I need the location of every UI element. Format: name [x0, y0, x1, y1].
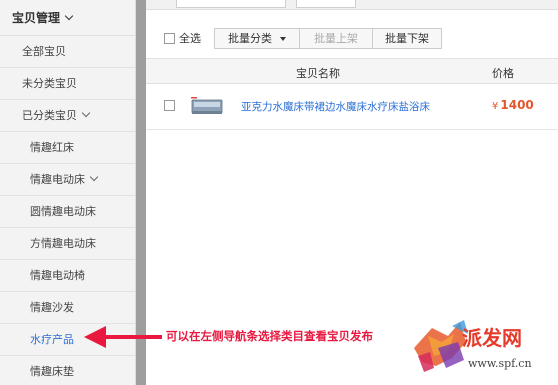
sidebar-item-label: 情趣电动椅 [30, 269, 85, 282]
sidebar-item-red-bed[interactable]: 情趣红床 [0, 132, 135, 164]
chevron-down-icon [64, 11, 74, 21]
price-value: 1400 [500, 98, 534, 112]
sidebar-item-electric-chair[interactable]: 情趣电动椅 [0, 260, 135, 292]
batch-category-button[interactable]: 批量分类 [214, 28, 300, 49]
sidebar-header[interactable]: 宝贝管理 [0, 0, 135, 36]
sidebar-item-all[interactable]: 全部宝贝 [0, 36, 135, 68]
row-checkbox[interactable] [164, 100, 175, 111]
product-name-link[interactable]: 亚克力水魔床带裙边水魔床水疗床盐浴床 [241, 99, 430, 114]
sidebar-item-square-electric-bed[interactable]: 方情趣电动床 [0, 228, 135, 260]
product-thumbnail[interactable] [190, 96, 224, 118]
batch-list-label: 批量上架 [314, 32, 358, 45]
select-all-checkbox[interactable] [164, 33, 175, 44]
sidebar-item-categorized[interactable]: 已分类宝贝 [0, 100, 135, 132]
sidebar-item-label: 情趣沙发 [30, 301, 74, 314]
sidebar-item-round-electric-bed[interactable]: 圆情趣电动床 [0, 196, 135, 228]
sidebar-item-label: 未分类宝贝 [22, 77, 77, 90]
sidebar-item-label: 已分类宝贝 [22, 109, 77, 122]
search-button[interactable] [296, 0, 356, 8]
batch-delist-label: 批量下架 [385, 32, 429, 45]
annotation-text: 可以在左侧导航条选择类目查看宝贝发布 [166, 329, 373, 343]
sidebar-item-label: 全部宝贝 [22, 45, 66, 58]
sidebar-item-label: 情趣红床 [30, 141, 74, 154]
select-all-label: 全选 [179, 32, 201, 45]
watermark-brand: 派发网 [462, 326, 522, 350]
sidebar-item-label: 情趣电动床 [30, 173, 85, 186]
sidebar-item-mattress[interactable]: 情趣床垫 [0, 356, 135, 385]
column-header-name: 宝贝名称 [296, 67, 340, 80]
table-header: 宝贝名称 价格 [146, 58, 558, 84]
top-bar [146, 0, 558, 10]
sidebar-item-label: 方情趣电动床 [30, 237, 96, 250]
caret-down-icon [280, 37, 286, 41]
sidebar-item-label: 圆情趣电动床 [30, 205, 96, 218]
sidebar-item-label: 水疗产品 [30, 333, 74, 346]
chevron-down-icon [81, 108, 91, 118]
batch-category-label: 批量分类 [228, 32, 272, 45]
sidebar-item-label: 情趣床垫 [30, 365, 74, 378]
batch-list-button[interactable]: 批量上架 [299, 28, 373, 49]
batch-delist-button[interactable]: 批量下架 [372, 28, 442, 49]
table-row: 亚克力水魔床带裙边水魔床水疗床盐浴床 ¥1400 [146, 84, 558, 130]
batch-toolbar: 全选 批量分类 批量上架 批量下架 [146, 20, 558, 58]
select-all[interactable]: 全选 [164, 31, 201, 47]
watermark-url: www.spf.cn [468, 357, 532, 370]
sidebar-item-uncategorized[interactable]: 未分类宝贝 [0, 68, 135, 100]
search-input[interactable] [176, 0, 286, 8]
chevron-down-icon [89, 172, 99, 182]
sidebar-item-electric-bed[interactable]: 情趣电动床 [0, 164, 135, 196]
currency-symbol: ¥ [492, 101, 499, 112]
sidebar-header-label: 宝贝管理 [12, 11, 61, 25]
column-header-price: 价格 [492, 67, 514, 80]
product-price: ¥1400 [492, 98, 534, 112]
